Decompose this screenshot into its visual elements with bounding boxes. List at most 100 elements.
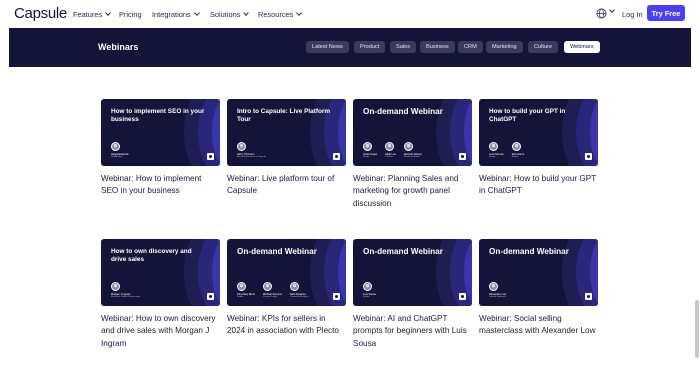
nav-item-label: Pricing bbox=[119, 10, 142, 19]
nav-item-label: Solutions bbox=[210, 10, 241, 19]
webinar-card[interactable]: On-demand Webinar Luis Sousa Studio Webi… bbox=[353, 239, 472, 350]
speaker-role: Content Leads bbox=[262, 296, 278, 298]
avatar bbox=[489, 142, 498, 151]
speaker: Luis Norman Studio bbox=[489, 142, 504, 159]
capsule-mark-icon bbox=[333, 153, 340, 160]
category-tab-crm[interactable]: CRM bbox=[458, 41, 483, 53]
avatar bbox=[363, 282, 372, 291]
thumbnail-title: How to implement SEO in your business bbox=[111, 108, 205, 124]
nav-item-features[interactable]: Features bbox=[73, 10, 112, 19]
webinar-card[interactable]: On-demand Webinar Penrodey Broni Studio … bbox=[227, 239, 346, 338]
capsule-logo[interactable]: Capsule bbox=[14, 5, 67, 22]
avatar bbox=[363, 142, 372, 151]
speaker-list: Morgan J Ingram Executive Global Partner… bbox=[111, 282, 140, 299]
category-tab-culture[interactable]: Culture bbox=[528, 41, 559, 53]
webinar-title-link[interactable]: Webinar: AI and ChatGPT prompts for begi… bbox=[353, 313, 472, 350]
top-navigation: Capsule Features Pricing Integrations So… bbox=[0, 0, 700, 27]
webinar-card[interactable]: How to own discovery and drive sales Mor… bbox=[101, 239, 220, 350]
page-title: Webinars bbox=[98, 42, 139, 52]
speaker-list: Asher Kogin Studio Nikki Lou Content Han… bbox=[363, 142, 422, 159]
webinar-card[interactable]: How to build your GPT in ChatGPT Luis No… bbox=[479, 99, 598, 198]
avatar bbox=[111, 142, 120, 151]
capsule-mark-icon bbox=[207, 153, 214, 160]
category-tab-sales[interactable]: Sales bbox=[390, 41, 416, 53]
speaker-list: Penrodey Broni Studio Michael Stevens Co… bbox=[237, 282, 309, 299]
category-tab-product[interactable]: Product bbox=[354, 41, 386, 53]
category-tab-business[interactable]: Business bbox=[420, 41, 455, 53]
chevron-down-icon bbox=[193, 10, 200, 16]
webinar-thumbnail[interactable]: How to own discovery and drive sales Mor… bbox=[101, 239, 220, 306]
try-free-button[interactable]: Try Free bbox=[647, 5, 685, 21]
speaker: Alexander Low Growth Strategist bbox=[489, 282, 506, 299]
speaker: Penrodey Broni Studio bbox=[237, 282, 255, 299]
webinar-title-link[interactable]: Webinar: Live platform tour of Capsule bbox=[227, 173, 346, 198]
speaker: Rafe Esparza Customer Analytics bbox=[289, 282, 309, 299]
page-scrollbar[interactable] bbox=[695, 300, 699, 358]
webinar-thumbnail[interactable]: How to implement SEO in your business He… bbox=[101, 99, 220, 166]
speaker-list: Luis Norman Studio Rob Harris Studio bbox=[489, 142, 524, 159]
speaker-role: Studio bbox=[363, 156, 370, 158]
webinar-title-link[interactable]: Webinar: KPIs for sellers in 2024 in ass… bbox=[227, 313, 346, 338]
webinar-thumbnail[interactable]: On-demand Webinar Alexander Low Growth S… bbox=[479, 239, 598, 306]
speaker-role: Studio bbox=[237, 296, 244, 298]
webinar-title-link[interactable]: Webinar: How to implement SEO in your bu… bbox=[101, 173, 220, 198]
thumbnail-title: On-demand Webinar bbox=[237, 247, 317, 256]
speaker-list: Harry Thornton Account Executive at Caps… bbox=[237, 142, 266, 159]
avatar bbox=[489, 282, 498, 291]
speaker: Harry Thornton Account Executive at Caps… bbox=[237, 142, 266, 159]
speaker-role: Account Executive at Capsule bbox=[237, 156, 267, 158]
webinar-card[interactable]: On-demand Webinar Asher Kogin Studio Nik… bbox=[353, 99, 472, 210]
webinar-title-link[interactable]: Webinar: How to own discovery and drive … bbox=[101, 313, 220, 350]
nav-item-pricing[interactable]: Pricing bbox=[119, 10, 142, 19]
thumbnail-title: How to own discovery and drive sales bbox=[111, 248, 192, 264]
speaker-role: Executive Global Partnerships bbox=[111, 296, 141, 298]
category-tab-webinars[interactable]: Webinars bbox=[564, 41, 600, 53]
thumbnail-title: How to build your GPT in ChatGPT bbox=[489, 108, 566, 124]
category-tab-latest-news[interactable]: Latest News bbox=[306, 41, 349, 53]
nav-item-label: Integrations bbox=[152, 10, 191, 19]
chevron-down-icon bbox=[243, 10, 250, 16]
thumbnail-title: On-demand Webinar bbox=[489, 247, 569, 256]
language-dropdown[interactable] bbox=[609, 7, 615, 13]
webinar-thumbnail[interactable]: On-demand Webinar Luis Sousa Studio bbox=[353, 239, 472, 306]
nav-item-integrations[interactable]: Integrations bbox=[152, 10, 200, 19]
speaker: Helga Edwards Studio Host bbox=[111, 142, 129, 159]
nav-item-resources[interactable]: Resources bbox=[258, 10, 303, 19]
speaker-list: Luis Sousa Studio bbox=[363, 282, 376, 299]
chevron-down-icon bbox=[296, 10, 303, 16]
nav-item-label: Features bbox=[73, 10, 103, 19]
capsule-mark-icon bbox=[459, 153, 466, 160]
webinar-title-link[interactable]: Webinar: Planning Sales and marketing fo… bbox=[353, 173, 472, 210]
thumbnail-title: On-demand Webinar bbox=[363, 107, 443, 116]
webinar-card[interactable]: How to implement SEO in your business He… bbox=[101, 99, 220, 198]
speaker: Nikki Lou Content bbox=[385, 142, 396, 159]
webinar-title-link[interactable]: Webinar: Social selling masterclass with… bbox=[479, 313, 598, 338]
speaker-role: Studio bbox=[363, 296, 370, 298]
capsule-mark-icon bbox=[333, 293, 340, 300]
nav-item-solutions[interactable]: Solutions bbox=[210, 10, 250, 19]
webinar-title-link[interactable]: Webinar: How to build your GPT in ChatGP… bbox=[479, 173, 598, 198]
speaker: Hannah Gibson Research Author bbox=[403, 142, 422, 159]
webinar-card[interactable]: Intro to Capsule: Live Platform Tour Har… bbox=[227, 99, 346, 198]
avatar bbox=[403, 142, 413, 151]
globe-icon[interactable] bbox=[596, 8, 607, 19]
login-link[interactable]: Log In bbox=[622, 10, 643, 19]
nav-item-label: Resources bbox=[258, 10, 294, 19]
capsule-mark-icon bbox=[585, 293, 592, 300]
avatar bbox=[237, 142, 246, 151]
webinar-thumbnail[interactable]: On-demand Webinar Asher Kogin Studio Nik… bbox=[353, 99, 472, 166]
webinar-thumbnail[interactable]: On-demand Webinar Penrodey Broni Studio … bbox=[227, 239, 346, 306]
chevron-down-icon bbox=[609, 7, 615, 13]
capsule-mark-icon bbox=[459, 293, 466, 300]
webinar-thumbnail[interactable]: Intro to Capsule: Live Platform Tour Har… bbox=[227, 99, 346, 166]
category-tab-marketing[interactable]: Marketing bbox=[486, 41, 523, 53]
speaker: Morgan J Ingram Executive Global Partner… bbox=[111, 282, 140, 299]
webinar-thumbnail[interactable]: How to build your GPT in ChatGPT Luis No… bbox=[479, 99, 598, 166]
webinar-card[interactable]: On-demand Webinar Alexander Low Growth S… bbox=[479, 239, 598, 338]
speaker: Asher Kogin Studio bbox=[363, 142, 377, 159]
avatar bbox=[262, 282, 272, 291]
speaker-role: Studio Host bbox=[111, 156, 123, 158]
speaker-role: Studio bbox=[511, 156, 518, 158]
avatar bbox=[511, 142, 521, 151]
speaker: Rob Harris Studio bbox=[511, 142, 524, 159]
